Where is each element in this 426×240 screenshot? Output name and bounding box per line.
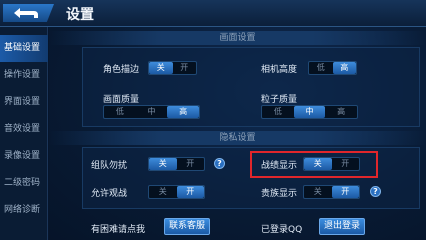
allow-spectate-option-off[interactable]: 关 — [149, 186, 177, 198]
particles-option-medium[interactable]: 中 — [293, 106, 326, 118]
outline-option-on[interactable]: 开 — [173, 62, 197, 74]
nobility-display-toggle[interactable]: 关 开 — [303, 185, 360, 199]
sidebar: 基础设置 操作设置 界面设置 音效设置 录像设置 二级密码 网络诊断 — [0, 27, 48, 240]
section-title-privacy: 隐私设置 — [49, 131, 426, 145]
help-prompt-label: 有困难请点我 — [91, 225, 146, 235]
camera-height-option-high[interactable]: 高 — [332, 62, 356, 74]
team-disturb-label: 组队勿扰 — [91, 161, 128, 171]
sidebar-item-network[interactable]: 网络诊断 — [0, 197, 48, 224]
team-disturb-option-off[interactable]: 关 — [149, 158, 177, 170]
login-status-label: 已登录QQ — [261, 225, 303, 235]
outline-toggle[interactable]: 关 开 — [148, 61, 197, 75]
particles-selector[interactable]: 低 中 高 — [261, 105, 358, 119]
camera-height-label: 相机高度 — [261, 65, 298, 75]
sidebar-item-basic[interactable]: 基础设置 — [0, 35, 48, 62]
quality-option-high[interactable]: 高 — [167, 106, 200, 118]
back-arrow-icon — [14, 8, 38, 18]
camera-height-option-low[interactable]: 低 — [309, 62, 333, 74]
sidebar-item-interface[interactable]: 界面设置 — [0, 89, 48, 116]
outline-label: 角色描边 — [103, 65, 140, 75]
nobility-display-label: 贵族显示 — [261, 189, 298, 199]
nobility-display-help-icon[interactable]: ? — [370, 186, 381, 197]
highlight-box — [250, 151, 378, 178]
sidebar-item-secondary-password[interactable]: 二级密码 — [0, 170, 48, 197]
particles-option-low[interactable]: 低 — [262, 106, 294, 118]
sidebar-item-recording[interactable]: 录像设置 — [0, 143, 48, 170]
nobility-display-option-off[interactable]: 关 — [304, 186, 332, 198]
sidebar-item-audio[interactable]: 音效设置 — [0, 116, 48, 143]
sidebar-item-controls[interactable]: 操作设置 — [0, 62, 48, 89]
outline-option-off[interactable]: 关 — [149, 62, 173, 74]
allow-spectate-toggle[interactable]: 关 开 — [148, 185, 205, 199]
particles-option-high[interactable]: 高 — [325, 106, 357, 118]
quality-label: 画面质量 — [103, 95, 140, 105]
page-title: 设置 — [66, 7, 94, 23]
quality-option-low[interactable]: 低 — [104, 106, 136, 118]
settings-content: 画面设置 角色描边 关 开 相机高度 低 高 画面质量 低 中 高 粒子质量 低… — [49, 27, 426, 240]
back-button[interactable] — [3, 4, 54, 22]
section-title-picture: 画面设置 — [49, 31, 426, 45]
quality-selector[interactable]: 低 中 高 — [103, 105, 200, 119]
logout-button[interactable]: 退出登录 — [319, 218, 365, 235]
camera-height-toggle[interactable]: 低 高 — [308, 61, 357, 75]
top-bar: 设置 — [0, 0, 426, 27]
contact-support-button[interactable]: 联系客服 — [164, 218, 210, 235]
allow-spectate-option-on[interactable]: 开 — [176, 186, 204, 198]
quality-option-medium[interactable]: 中 — [136, 106, 168, 118]
team-disturb-toggle[interactable]: 关 开 — [148, 157, 205, 171]
team-disturb-option-on[interactable]: 开 — [177, 158, 205, 170]
allow-spectate-label: 允许观战 — [91, 189, 128, 199]
team-disturb-help-icon[interactable]: ? — [214, 158, 225, 169]
particles-label: 粒子质量 — [261, 95, 298, 105]
nobility-display-option-on[interactable]: 开 — [331, 186, 359, 198]
